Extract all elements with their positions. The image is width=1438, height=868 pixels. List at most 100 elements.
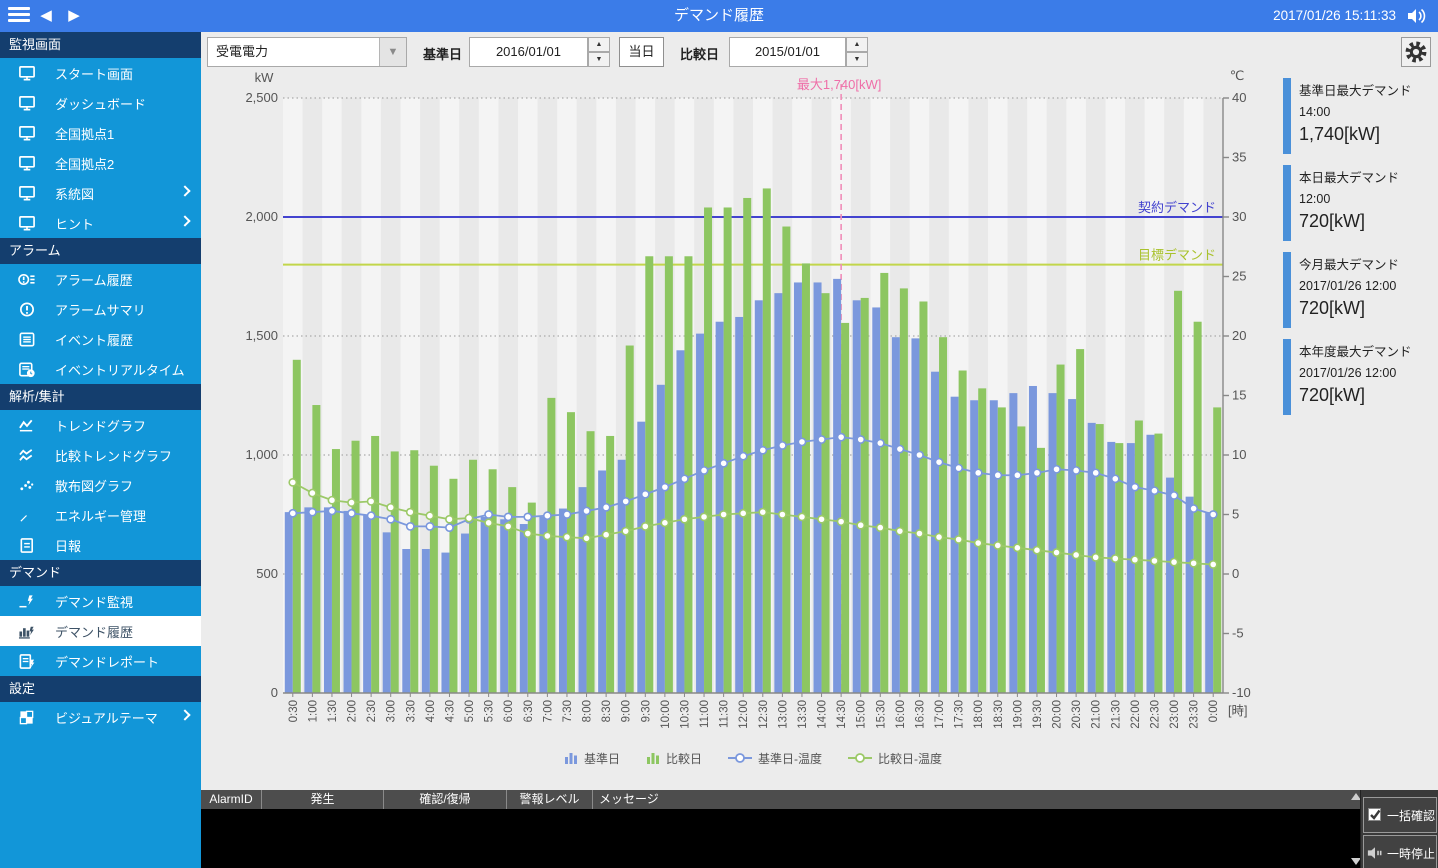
card-time: 2017/01/26 12:00 [1299,279,1433,293]
svg-text:21:00: 21:00 [1091,700,1103,729]
today-button[interactable]: 当日 [619,37,664,67]
compare-date-input[interactable]: 2015/01/01 [729,37,846,67]
sidebar-item-demand-history-selected[interactable]: デマンド履歴 [0,616,201,646]
svg-text:10: 10 [1232,447,1246,462]
svg-text:40: 40 [1232,90,1246,105]
gear-icon [1402,38,1430,66]
alarm-actions: 一括確認 一時停止 [1360,790,1438,868]
demand-chart: 最大1,740[kW]契約デマンド目標デマンド2,5002,0001,5001,… [0,0,1438,868]
sidebar-item-monitor[interactable]: 全国拠点2 [0,148,201,178]
compare-date-label: 比較日 [680,44,719,63]
sidebar-item-leaf[interactable]: エネルギー管理 [0,500,201,530]
sidebar-item-event-realtime[interactable]: イベントリアルタイム [0,354,201,384]
monitor-icon [17,155,37,171]
svg-text:23:30: 23:30 [1189,700,1201,729]
svg-text:14:00: 14:00 [817,700,829,729]
svg-text:30: 30 [1232,209,1246,224]
alarm-column-header[interactable]: AlarmID [201,790,262,809]
sidebar-section-header: デマンド [0,560,201,586]
card-today-max: 本日最大デマンド 12:00 720[kW] [1283,165,1433,241]
monitor-icon [17,65,37,81]
alarm-column-header[interactable]: 発生 [262,790,384,809]
speaker-pause-icon [1367,845,1383,861]
base-date-label: 基準日 [423,44,462,63]
sidebar-item-monitor[interactable]: ダッシュボード [0,88,201,118]
card-value: 720[kW] [1299,298,1433,319]
trend-icon [17,417,37,433]
chevron-right-icon [179,709,190,720]
legend-item[interactable]: 基準日 [564,750,620,767]
line-series-icon [848,752,872,764]
alarm-summary-icon [17,301,37,317]
chevron-down-icon[interactable]: ▼ [379,38,406,66]
base-date-input[interactable]: 2016/01/01 [469,37,588,67]
sidebar-item-monitor[interactable]: 系統図 [0,178,201,208]
spin-down-icon[interactable]: ▼ [846,52,868,67]
spin-up-icon[interactable]: ▲ [846,37,868,52]
legend-label: 比較日 [666,750,702,767]
legend-item[interactable]: 比較日-温度 [848,750,942,767]
bar-series-icon [646,751,660,765]
ack-all-button[interactable]: 一括確認 [1363,797,1437,833]
sidebar-item-monitor[interactable]: ヒント [0,208,201,238]
monitor-icon [17,185,37,201]
clock: 2017/01/26 15:11:33 [1273,0,1396,32]
compare-date-spinner: ▲ ▼ [846,37,868,67]
scatter-icon [17,477,37,493]
sidebar-item-alarm-history[interactable]: アラーム履歴 [0,264,201,294]
signal-select[interactable]: 受電電力 ▼ [207,37,407,67]
bar-series-icon [564,751,578,765]
sidebar-item-alarm-summary[interactable]: アラームサマリ [0,294,201,324]
sidebar-item-demand-watch[interactable]: デマンド監視 [0,586,201,616]
alarm-column-header[interactable]: 警報レベル [507,790,593,809]
speaker-icon[interactable] [1406,6,1428,26]
spin-down-icon[interactable]: ▼ [588,52,610,67]
card-month-max: 今月最大デマンド 2017/01/26 12:00 720[kW] [1283,252,1433,328]
svg-text:18:30: 18:30 [993,700,1005,729]
sidebar-item-event-history[interactable]: イベント履歴 [0,324,201,354]
sidebar-item-trend-compare[interactable]: 比較トレンドグラフ [0,440,201,470]
svg-text:23:00: 23:00 [1169,700,1181,729]
signal-select-value: 受電電力 [216,44,268,59]
svg-text:kW: kW [255,70,275,85]
sidebar-section-header: アラーム [0,238,201,264]
alarm-column-header[interactable]: メッセージ [593,790,1360,809]
svg-text:3:00: 3:00 [386,700,398,722]
alarm-table-body[interactable] [201,809,1360,868]
sidebar-item-trend[interactable]: トレンドグラフ [0,410,201,440]
card-base-day-max: 基準日最大デマンド 14:00 1,740[kW] [1283,78,1433,154]
svg-text:35: 35 [1232,150,1246,165]
svg-text:11:00: 11:00 [699,700,711,728]
sidebar-item-label: デマンド監視 [55,592,133,611]
sidebar-item-label: アラームサマリ [55,300,146,319]
svg-text:0: 0 [1232,566,1239,581]
svg-text:1:30: 1:30 [327,700,339,722]
card-time: 12:00 [1299,192,1433,206]
sidebar-item-monitor[interactable]: スタート画面 [0,58,201,88]
svg-text:0:30: 0:30 [288,700,300,722]
sidebar-item-scatter[interactable]: 散布図グラフ [0,470,201,500]
card-time: 2017/01/26 12:00 [1299,366,1433,380]
sidebar-item-label: トレンドグラフ [55,416,146,435]
svg-text:1:00: 1:00 [307,700,319,722]
sidebar-item-label: 散布図グラフ [55,476,133,495]
spin-up-icon[interactable]: ▲ [588,37,610,52]
legend-item[interactable]: 比較日 [646,750,702,767]
legend-item[interactable]: 基準日-温度 [728,750,822,767]
sidebar-item-report[interactable]: 日報 [0,530,201,560]
event-realtime-icon [17,361,37,377]
alarm-column-header[interactable]: 確認/復帰 [384,790,507,809]
sidebar-item-monitor[interactable]: 全国拠点1 [0,118,201,148]
svg-text:0:00: 0:00 [1208,700,1220,722]
svg-text:4:00: 4:00 [425,700,437,722]
pause-sound-button[interactable]: 一時停止 [1363,835,1437,868]
sidebar-item-theme[interactable]: ビジュアルテーマ [0,702,201,732]
sidebar-item-demand-report[interactable]: デマンドレポート [0,646,201,676]
sidebar-item-label: 日報 [55,536,81,555]
svg-text:3:30: 3:30 [405,700,417,722]
ack-all-label: 一括確認 [1387,807,1435,824]
settings-gear-button[interactable] [1401,37,1431,67]
svg-text:2,500: 2,500 [245,90,278,105]
monitor-icon [17,125,37,141]
alarm-panel: AlarmID発生確認/復帰警報レベルメッセージ 一括確認 一時停止 [201,790,1438,868]
